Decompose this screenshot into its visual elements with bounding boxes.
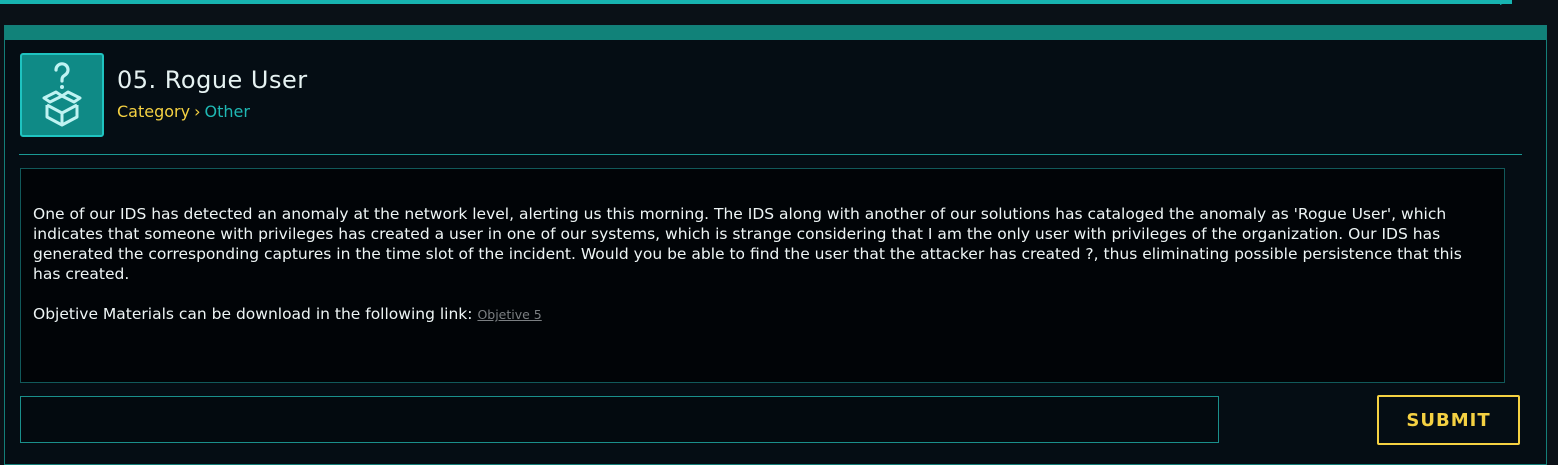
panel-header-strip bbox=[5, 26, 1546, 40]
description-text: One of our IDS has detected an anomaly a… bbox=[33, 205, 1462, 283]
challenge-title: 05. Rogue User bbox=[117, 66, 308, 94]
flag-input[interactable] bbox=[20, 396, 1219, 443]
submit-button[interactable]: SUBMIT bbox=[1377, 395, 1520, 445]
challenge-description: One of our IDS has detected an anomaly a… bbox=[20, 168, 1505, 383]
top-accent-bar-tip bbox=[1500, 0, 1512, 5]
category-label: Category bbox=[117, 102, 191, 121]
header-divider bbox=[19, 154, 1522, 155]
breadcrumb-separator: › bbox=[194, 102, 201, 121]
question-box-icon bbox=[20, 53, 104, 137]
materials-download-link[interactable]: Objetive 5 bbox=[477, 307, 541, 322]
category-value[interactable]: Other bbox=[205, 102, 250, 121]
materials-text: Objetive Materials can be download in th… bbox=[33, 305, 473, 323]
top-accent-bar bbox=[0, 0, 1512, 4]
challenge-panel: 05. Rogue User Category › Other One of our… bbox=[4, 25, 1547, 465]
category-breadcrumb: Category › Other bbox=[117, 102, 250, 121]
materials-line: Objetive Materials can be download in th… bbox=[33, 304, 1492, 325]
